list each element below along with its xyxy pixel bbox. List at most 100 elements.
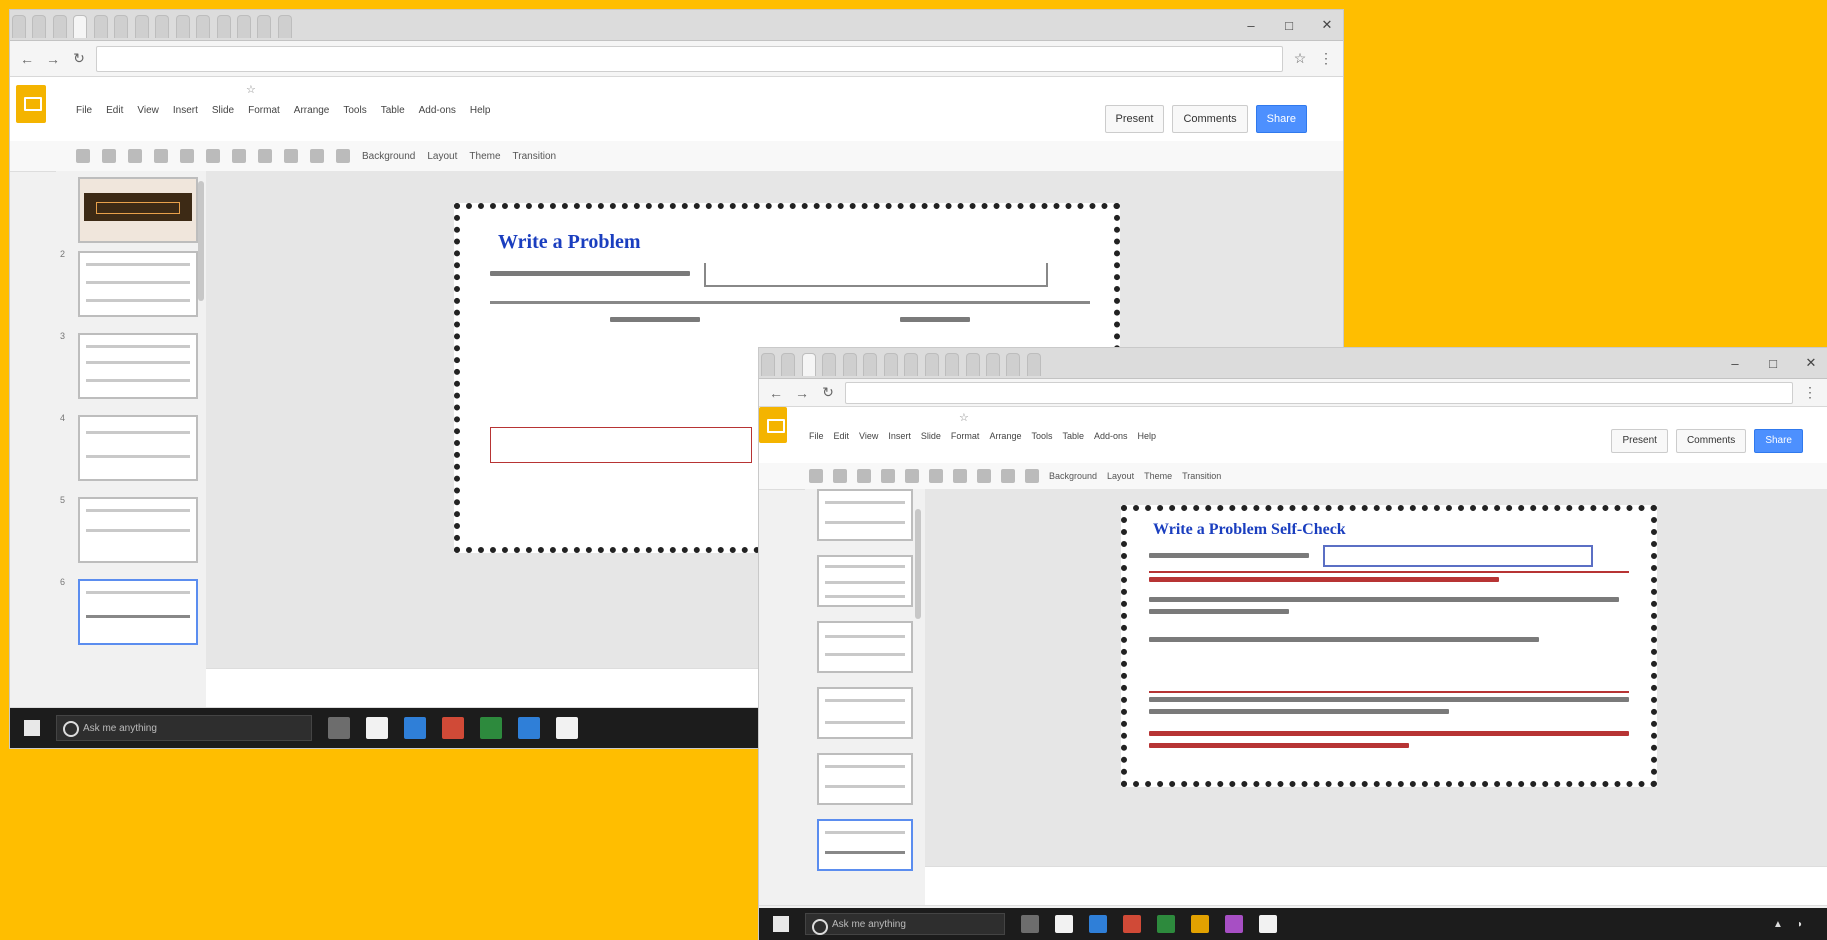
browser-tab[interactable] — [1006, 353, 1021, 376]
slide-thumbnail-1[interactable] — [78, 177, 198, 243]
taskbar-search-input[interactable]: Ask me anything — [56, 715, 312, 741]
task-view-icon[interactable] — [1021, 915, 1039, 933]
slide-thumbnail-5[interactable] — [817, 687, 913, 739]
address-input[interactable] — [845, 381, 1793, 404]
taskbar-app-icon[interactable] — [1157, 915, 1175, 933]
taskbar-app-icon[interactable] — [556, 717, 578, 739]
slide-thumbnail-3[interactable] — [817, 555, 913, 607]
star-icon[interactable]: ☆ — [1291, 50, 1309, 67]
browser-tab[interactable] — [155, 15, 170, 38]
menu-format[interactable]: Format — [951, 431, 980, 441]
undo-icon[interactable] — [833, 469, 847, 483]
slides-logo-icon[interactable] — [759, 407, 787, 443]
browser-tab[interactable] — [965, 353, 980, 376]
taskbar-app-icon[interactable] — [1089, 915, 1107, 933]
select-icon[interactable] — [232, 149, 246, 163]
slide-thumbnail-5[interactable] — [78, 497, 198, 563]
slide-title[interactable]: Write a Problem Self-Check — [1153, 521, 1346, 539]
browser-tab[interactable] — [277, 15, 292, 38]
browser-tab[interactable] — [196, 15, 211, 38]
taskbar-app-icon[interactable] — [518, 717, 540, 739]
browser-tab[interactable] — [761, 353, 775, 376]
taskbar-app-icon[interactable] — [404, 717, 426, 739]
shape-icon[interactable] — [310, 149, 324, 163]
shape-icon[interactable] — [1025, 469, 1039, 483]
taskbar-app-icon[interactable] — [1259, 915, 1277, 933]
browser-tab[interactable] — [883, 353, 898, 376]
browser-tab[interactable] — [842, 353, 857, 376]
taskbar-app-icon[interactable] — [1123, 915, 1141, 933]
slide-title[interactable]: Write a Problem — [498, 231, 641, 254]
browser-tab[interactable] — [32, 15, 47, 38]
browser-tab[interactable] — [216, 15, 231, 38]
image-icon[interactable] — [1001, 469, 1015, 483]
start-icon[interactable] — [24, 720, 40, 736]
menu-insert[interactable]: Insert — [888, 431, 911, 441]
browser-tab-active[interactable] — [73, 15, 88, 38]
undo-icon[interactable] — [102, 149, 116, 163]
present-button[interactable]: Present — [1611, 429, 1668, 453]
present-button[interactable]: Present — [1104, 105, 1165, 133]
address-input[interactable] — [96, 45, 1283, 72]
back-arrow-icon[interactable]: ← — [767, 385, 785, 401]
menu-insert[interactable]: Insert — [173, 105, 198, 116]
toolbar-transition[interactable]: Transition — [1182, 471, 1221, 481]
maximize-icon[interactable]: □ — [1761, 356, 1785, 371]
textbox-icon[interactable] — [258, 149, 272, 163]
filmstrip-scrollbar[interactable] — [915, 509, 921, 619]
menu-table[interactable]: Table — [1062, 431, 1084, 441]
taskbar-search-input[interactable]: Ask me anything — [805, 913, 1005, 935]
browser-tab[interactable] — [114, 15, 129, 38]
browser-tab[interactable] — [175, 15, 190, 38]
close-icon[interactable]: ✕ — [1315, 17, 1339, 33]
toolbar-transition[interactable]: Transition — [513, 151, 557, 162]
browser-tab[interactable] — [1026, 353, 1041, 376]
menu-tools[interactable]: Tools — [1031, 431, 1052, 441]
new-slide-icon[interactable] — [809, 469, 823, 483]
slide-thumbnail-4[interactable] — [78, 415, 198, 481]
browser-tab[interactable] — [985, 353, 1000, 376]
taskbar-app-icon[interactable] — [442, 717, 464, 739]
browser-tab[interactable] — [945, 353, 960, 376]
browser-tab[interactable] — [781, 353, 796, 376]
print-icon[interactable] — [154, 149, 168, 163]
toolbar-layout[interactable]: Layout — [1107, 471, 1134, 481]
toolbar-theme[interactable]: Theme — [1144, 471, 1172, 481]
slides-logo-icon[interactable] — [16, 85, 46, 123]
browser-tab[interactable] — [822, 353, 837, 376]
maximize-icon[interactable]: □ — [1277, 18, 1301, 33]
paint-format-icon[interactable] — [905, 469, 919, 483]
slide-thumbnail-6-selected[interactable] — [78, 579, 198, 645]
slide-thumbnail-3[interactable] — [78, 333, 198, 399]
browser-tab[interactable] — [257, 15, 272, 38]
image-icon[interactable] — [284, 149, 298, 163]
menu-icon[interactable]: ⋮ — [1317, 50, 1335, 67]
slide-thumbnail-4[interactable] — [817, 621, 913, 673]
toolbar-theme[interactable]: Theme — [469, 151, 500, 162]
forward-arrow-icon[interactable]: → — [793, 385, 811, 401]
share-button[interactable]: Share — [1754, 429, 1803, 453]
menu-edit[interactable]: Edit — [106, 105, 123, 116]
menu-help[interactable]: Help — [1138, 431, 1157, 441]
menu-slide[interactable]: Slide — [921, 431, 941, 441]
menu-format[interactable]: Format — [248, 105, 280, 116]
menu-tools[interactable]: Tools — [343, 105, 366, 116]
slide-thumbnail-2[interactable] — [817, 489, 913, 541]
menu-table[interactable]: Table — [381, 105, 405, 116]
menu-edit[interactable]: Edit — [834, 431, 850, 441]
taskbar-app-icon[interactable] — [1225, 915, 1243, 933]
menu-help[interactable]: Help — [470, 105, 491, 116]
browser-tab[interactable] — [12, 15, 26, 38]
zoom-icon[interactable] — [929, 469, 943, 483]
forward-arrow-icon[interactable]: → — [44, 51, 62, 67]
menu-addons[interactable]: Add-ons — [1094, 431, 1128, 441]
start-icon[interactable] — [773, 916, 789, 932]
taskbar-app-icon[interactable] — [480, 717, 502, 739]
menu-icon[interactable]: ⋮ — [1801, 384, 1819, 401]
menu-view[interactable]: View — [137, 105, 159, 116]
back-arrow-icon[interactable]: ← — [18, 51, 36, 67]
task-view-icon[interactable] — [328, 717, 350, 739]
new-slide-icon[interactable] — [76, 149, 90, 163]
taskbar-app-icon[interactable] — [1055, 915, 1073, 933]
redo-icon[interactable] — [857, 469, 871, 483]
